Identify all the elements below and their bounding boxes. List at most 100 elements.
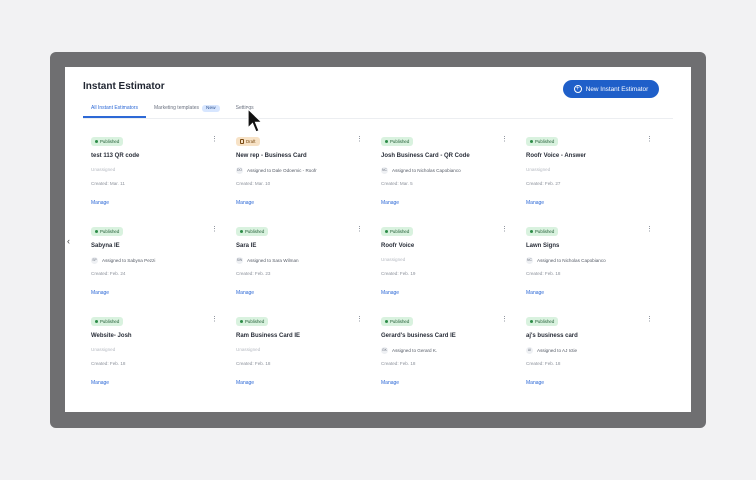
estimator-card: Published ⋮ Roofr Voice Unassigned Creat… — [375, 221, 520, 311]
manage-link[interactable]: Manage — [381, 200, 399, 206]
assignee: GK Assigned to Gerard K. — [381, 347, 437, 354]
new-badge: New — [202, 105, 220, 112]
created-date: Created: Feb. 18 — [236, 361, 271, 366]
assignee: NC Assigned to Nicholas Capobianco — [526, 257, 606, 264]
status-dot-icon — [385, 140, 388, 143]
created-date: Created: Feb. 18 — [526, 361, 561, 366]
card-title: test 113 QR code — [91, 153, 140, 159]
assignee-label: Unassigned — [526, 167, 551, 172]
status-dot-icon — [95, 230, 98, 233]
kebab-menu-icon[interactable]: ⋮ — [356, 136, 363, 143]
manage-link[interactable]: Manage — [236, 200, 254, 206]
status-badge: Published — [526, 227, 559, 236]
estimator-card: Published ⋮ Website- Josh Unassigned Cre… — [85, 311, 230, 401]
mouse-cursor-icon — [247, 108, 264, 133]
avatar: DO — [236, 167, 243, 174]
status-label: Draft — [246, 139, 256, 144]
chevron-left-icon[interactable]: ‹ — [67, 236, 70, 246]
plus-circle-icon: + — [573, 85, 582, 93]
estimator-card: Published ⋮ Lawn Signs NC Assigned to Ni… — [520, 221, 665, 311]
new-button-label: New Instant Estimator — [585, 85, 649, 93]
assignee: SW Assigned to Sara Wilman — [236, 257, 299, 264]
status-label: Published — [535, 319, 555, 324]
status-dot-icon — [240, 230, 243, 233]
avatar: NC — [381, 167, 388, 174]
assignee-label: Assigned to Sara Wilman — [247, 258, 299, 263]
tab-divider — [83, 118, 673, 119]
kebab-menu-icon[interactable]: ⋮ — [646, 136, 653, 143]
tab-marketing-templates[interactable]: Marketing templates New — [146, 103, 228, 117]
kebab-menu-icon[interactable]: ⋮ — [211, 226, 218, 233]
status-badge: Published — [381, 137, 414, 146]
card-title: Roofr Voice - Answer — [526, 153, 587, 159]
kebab-menu-icon[interactable]: ⋮ — [356, 226, 363, 233]
assignee: Unassigned — [526, 167, 550, 172]
manage-link[interactable]: Manage — [236, 290, 254, 296]
status-label: Published — [390, 229, 410, 234]
tab-all-instant-estimators[interactable]: All Instant Estimators — [83, 103, 146, 118]
kebab-menu-icon[interactable]: ⋮ — [501, 316, 508, 323]
assignee-label: Unassigned — [236, 347, 261, 352]
estimator-card: Published ⋮ Gerard's business Card IE GK… — [375, 311, 520, 401]
card-title: Josh Business Card - QR Code — [381, 153, 470, 159]
tab-label: Marketing templates — [153, 105, 199, 111]
assignee-label: Assigned to Sabyna Pezzi — [102, 258, 156, 263]
assignee: NC Assigned to Nicholas Capobianco — [381, 167, 461, 174]
kebab-menu-icon[interactable]: ⋮ — [501, 226, 508, 233]
status-badge: Published — [526, 317, 559, 326]
assignee-label: Assigned to Gerard K. — [392, 348, 438, 353]
status-badge: Published — [91, 227, 124, 236]
status-dot-icon — [530, 140, 533, 143]
page-title: Instant Estimator — [83, 81, 165, 92]
estimator-card: Published ⋮ test 113 QR code Unassigned … — [85, 131, 230, 221]
card-title: Sara IE — [236, 243, 257, 249]
manage-link[interactable]: Manage — [526, 200, 544, 206]
created-date: Created: Feb. 23 — [236, 271, 271, 276]
manage-link[interactable]: Manage — [381, 380, 399, 386]
status-label: Published — [390, 319, 410, 324]
status-badge: Published — [91, 317, 124, 326]
kebab-menu-icon[interactable]: ⋮ — [211, 136, 218, 143]
created-date: Created: Mar. 5 — [381, 181, 413, 186]
status-badge: Published — [91, 137, 124, 146]
card-title: Ram Business Card IE — [236, 333, 301, 339]
created-date: Created: Feb. 27 — [526, 181, 561, 186]
status-badge: Published — [236, 227, 269, 236]
manage-link[interactable]: Manage — [236, 380, 254, 386]
estimator-card: Published ⋮ aj's business card AI Assign… — [520, 311, 665, 401]
avatar: SW — [236, 257, 243, 264]
manage-link[interactable]: Manage — [91, 290, 109, 296]
card-title: New rep - Business Card — [236, 153, 307, 159]
assignee-label: Assigned to Nicholas Capobianco — [392, 168, 461, 173]
manage-link[interactable]: Manage — [91, 200, 109, 206]
kebab-menu-icon[interactable]: ⋮ — [646, 316, 653, 323]
estimator-card: Published ⋮ Sara IE SW Assigned to Sara … — [230, 221, 375, 311]
created-date: Created: Feb. 24 — [91, 271, 126, 276]
status-badge: Published — [526, 137, 559, 146]
status-badge: Published — [236, 317, 269, 326]
status-label: Published — [100, 319, 120, 324]
assignee-label: Unassigned — [91, 167, 116, 172]
manage-link[interactable]: Manage — [526, 290, 544, 296]
status-badge: Published — [381, 317, 414, 326]
kebab-menu-icon[interactable]: ⋮ — [501, 136, 508, 143]
estimator-card: Published ⋮ Roofr Voice - Answer Unassig… — [520, 131, 665, 221]
estimator-card: Published ⋮ Josh Business Card - QR Code… — [375, 131, 520, 221]
manage-link[interactable]: Manage — [526, 380, 544, 386]
status-dot-icon — [530, 320, 533, 323]
kebab-menu-icon[interactable]: ⋮ — [356, 316, 363, 323]
estimator-card: Draft ⋮ New rep - Business Card DO Assig… — [230, 131, 375, 221]
status-label: Published — [245, 229, 265, 234]
kebab-menu-icon[interactable]: ⋮ — [646, 226, 653, 233]
new-instant-estimator-button[interactable]: + New Instant Estimator — [563, 80, 659, 98]
created-date: Created: Mar. 11 — [91, 181, 125, 186]
kebab-menu-icon[interactable]: ⋮ — [211, 316, 218, 323]
assignee-label: Unassigned — [381, 257, 406, 262]
card-title: Lawn Signs — [526, 243, 560, 249]
assignee: Unassigned — [236, 347, 260, 352]
status-label: Published — [245, 319, 265, 324]
status-label: Published — [100, 229, 120, 234]
manage-link[interactable]: Manage — [91, 380, 109, 386]
status-label: Published — [100, 139, 120, 144]
manage-link[interactable]: Manage — [381, 290, 399, 296]
